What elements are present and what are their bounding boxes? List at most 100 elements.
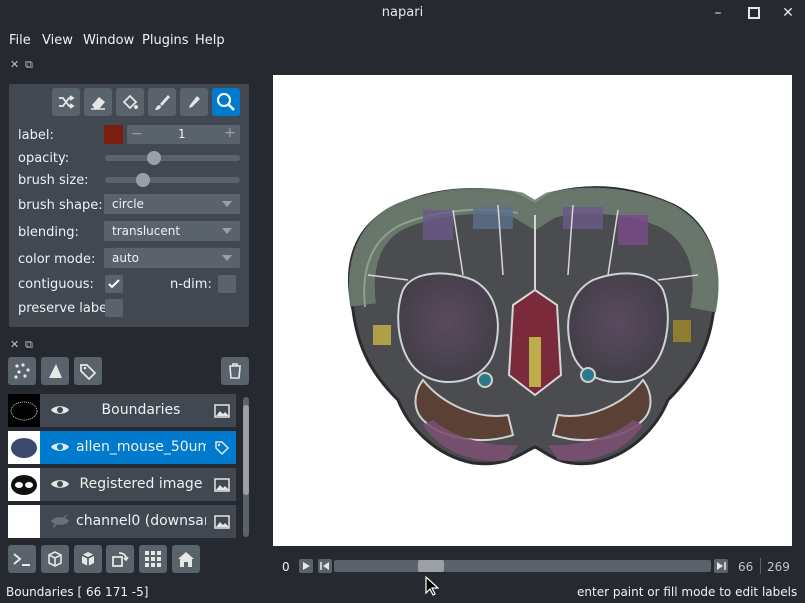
menu-file[interactable]: File xyxy=(9,33,31,48)
layer-row[interactable]: allen_mouse_50um xyxy=(8,431,236,464)
home-icon xyxy=(178,552,194,567)
step-forward-button[interactable] xyxy=(714,559,728,573)
layer-name[interactable]: channel0 (downsam xyxy=(76,513,206,529)
float-dock-icon[interactable]: ⧉ xyxy=(25,58,33,72)
ndisplay-button[interactable] xyxy=(41,545,69,573)
console-button[interactable] xyxy=(8,545,36,573)
mouse-cursor-icon xyxy=(425,576,439,596)
layer-thumbnail xyxy=(8,505,40,538)
close-dock-icon[interactable]: ✕ xyxy=(10,58,19,71)
label-color-swatch xyxy=(104,125,123,144)
paintbrush-icon xyxy=(155,95,170,110)
eye-closed-icon[interactable] xyxy=(50,513,70,529)
transpose-button[interactable] xyxy=(106,545,134,573)
label-value: 1 xyxy=(178,127,186,141)
color-mode-dropdown[interactable]: auto xyxy=(104,248,240,268)
chevron-down-icon xyxy=(222,201,232,207)
brush-size-slider[interactable] xyxy=(105,177,240,183)
reset-view-button[interactable] xyxy=(172,545,200,573)
play-icon xyxy=(303,562,310,570)
eye-icon[interactable] xyxy=(50,402,70,418)
layer-row[interactable]: Boundaries xyxy=(8,394,236,427)
cube-icon xyxy=(81,552,95,566)
terminal-icon xyxy=(13,553,30,566)
viewer-canvas[interactable] xyxy=(273,75,792,546)
brush-shape-label: brush shape: xyxy=(18,198,103,213)
rotate-icon xyxy=(112,552,129,567)
chevron-down-icon xyxy=(222,228,232,234)
play-button[interactable] xyxy=(299,559,313,573)
menu-help[interactable]: Help xyxy=(195,33,225,48)
new-shapes-layer-button[interactable] xyxy=(41,357,69,385)
checkmark-icon xyxy=(108,279,120,289)
opacity-label: opacity: xyxy=(18,151,70,166)
menu-plugins[interactable]: Plugins xyxy=(142,33,189,48)
close-layerlist-icon[interactable]: ✕ xyxy=(10,338,19,351)
brush-size-label: brush size: xyxy=(18,173,89,188)
image-icon xyxy=(214,514,230,530)
label-label: label: xyxy=(18,128,54,143)
blending-dropdown[interactable]: translucent xyxy=(104,221,240,241)
pick-button[interactable] xyxy=(180,88,208,116)
step-back-button[interactable] xyxy=(318,559,332,573)
layer-list: Boundaries allen_mouse_50um Registered ima… xyxy=(8,394,238,540)
image-icon xyxy=(214,477,230,493)
blending-value: translucent xyxy=(112,224,181,238)
layer-thumbnail xyxy=(8,431,40,464)
dims-current-value[interactable]: 66 xyxy=(738,560,753,574)
dims-slider-track[interactable] xyxy=(334,560,711,572)
dims-max-value: 269 xyxy=(767,560,790,574)
maximize-icon[interactable] xyxy=(744,3,764,23)
trash-icon xyxy=(229,363,241,379)
label-increment[interactable]: + xyxy=(224,125,236,141)
menu-view[interactable]: View xyxy=(42,33,73,48)
layer-name[interactable]: Boundaries xyxy=(76,402,206,418)
ndim-checkbox[interactable] xyxy=(218,275,236,293)
fill-button[interactable] xyxy=(116,88,144,116)
chevron-down-icon xyxy=(222,255,232,261)
layer-name[interactable]: Registered image xyxy=(76,476,206,492)
contiguous-checkbox[interactable] xyxy=(105,275,123,293)
status-right: enter paint or fill mode to edit labels xyxy=(577,585,798,599)
shuffle-icon xyxy=(59,95,75,109)
preserve-labels-checkbox[interactable] xyxy=(105,299,123,317)
opacity-slider[interactable] xyxy=(105,155,240,161)
paint-button[interactable] xyxy=(148,88,176,116)
layer-thumbnail xyxy=(8,394,40,427)
delete-layer-button[interactable] xyxy=(221,357,249,385)
eye-icon[interactable] xyxy=(50,476,70,492)
layer-row[interactable]: Registered image xyxy=(8,468,236,501)
grid-view-button[interactable] xyxy=(139,545,167,573)
pan-zoom-button[interactable] xyxy=(212,88,240,116)
ndim-label: n-dim: xyxy=(170,277,212,292)
brush-shape-dropdown[interactable]: circle xyxy=(104,194,240,214)
eye-icon[interactable] xyxy=(50,439,70,455)
image-icon xyxy=(214,403,230,419)
dims-slider-handle[interactable] xyxy=(418,560,445,572)
window-title: napari xyxy=(381,5,424,20)
eyedropper-icon xyxy=(189,96,200,108)
layer-name[interactable]: allen_mouse_50um xyxy=(76,439,206,455)
dims-divider xyxy=(760,558,761,574)
layer-row[interactable]: channel0 (downsam xyxy=(8,505,236,538)
cube-outline-icon xyxy=(48,551,62,567)
menu-window[interactable]: Window xyxy=(83,33,134,48)
minimize-icon[interactable]: – xyxy=(708,3,728,23)
label-decrement[interactable]: − xyxy=(131,126,143,142)
shuffle-colors-button[interactable] xyxy=(52,88,80,116)
erase-button[interactable] xyxy=(84,88,112,116)
step-back-icon xyxy=(320,562,329,570)
roll-dims-button[interactable] xyxy=(74,545,102,573)
blending-label: blending: xyxy=(18,225,79,240)
new-points-layer-button[interactable] xyxy=(8,357,36,385)
new-labels-layer-button[interactable] xyxy=(74,357,102,385)
close-window-icon[interactable]: ✕ xyxy=(778,3,798,23)
layer-thumbnail xyxy=(8,468,40,501)
dims-start-label: 0 xyxy=(282,560,290,574)
brain-section-image xyxy=(347,186,719,466)
step-forward-icon xyxy=(717,562,726,570)
eraser-icon xyxy=(91,97,105,110)
layer-list-scroll-handle[interactable] xyxy=(243,405,249,495)
magnifier-icon xyxy=(217,93,235,111)
float-layerlist-icon[interactable]: ⧉ xyxy=(25,338,33,352)
